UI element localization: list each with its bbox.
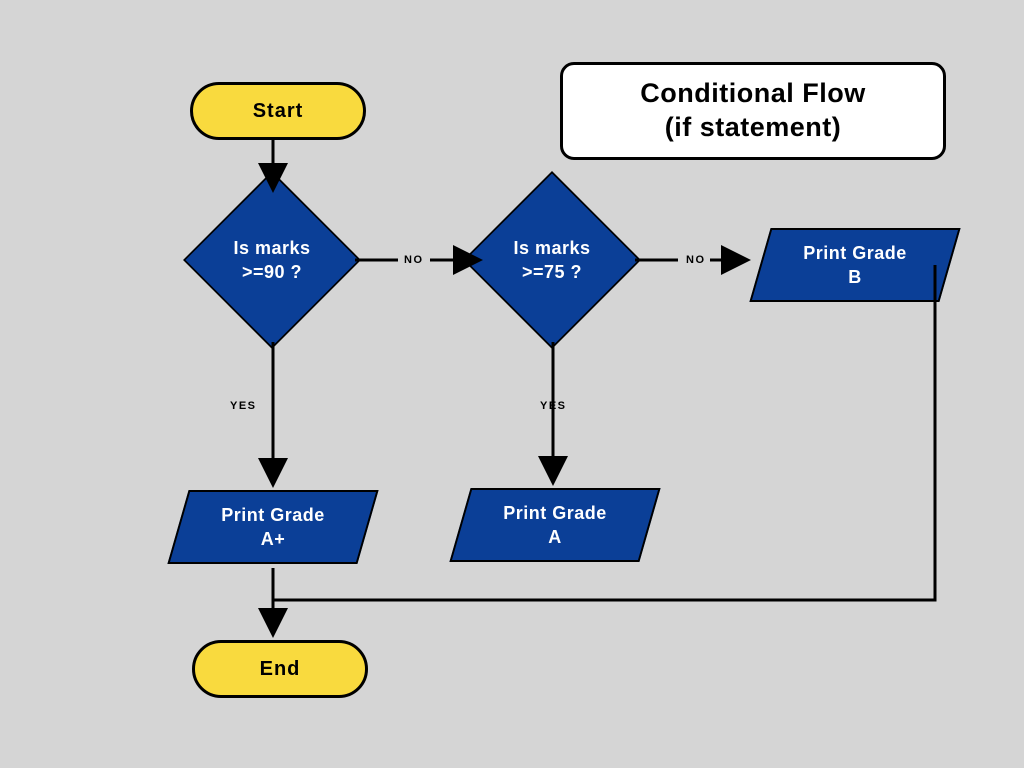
decision2-line2: >=75 ? [513, 260, 590, 284]
title-line2: (if statement) [593, 111, 913, 145]
start-terminator: Start [190, 82, 366, 140]
edge-label-yes-2: YES [540, 400, 567, 412]
edge-label-no-1: NO [404, 254, 424, 266]
outB-line1: Print Grade [803, 241, 907, 265]
outA2-line2: A [503, 525, 607, 549]
outB-line2: B [803, 265, 907, 289]
decision-marks-90: Is marks >=90 ? [187, 175, 357, 345]
edge-label-no-2: NO [686, 254, 706, 266]
decision-marks-75: Is marks >=75 ? [467, 175, 637, 345]
outA-line2: A+ [221, 527, 325, 551]
decision1-line1: Is marks [233, 236, 310, 260]
end-label: End [260, 658, 301, 681]
start-label: Start [253, 100, 304, 123]
outA-line1: Print Grade [221, 503, 325, 527]
decision2-line1: Is marks [513, 236, 590, 260]
output-grade-a: Print Grade A [460, 488, 650, 562]
output-grade-a-plus: Print Grade A+ [178, 490, 368, 564]
output-grade-b: Print Grade B [760, 228, 950, 302]
outA2-line1: Print Grade [503, 501, 607, 525]
edge-label-yes-1: YES [230, 400, 257, 412]
diagram-title: Conditional Flow (if statement) [560, 62, 946, 160]
title-line1: Conditional Flow [593, 77, 913, 111]
decision1-line2: >=90 ? [233, 260, 310, 284]
flowchart-canvas: Conditional Flow (if statement) Start Is… [0, 0, 1024, 768]
end-terminator: End [192, 640, 368, 698]
